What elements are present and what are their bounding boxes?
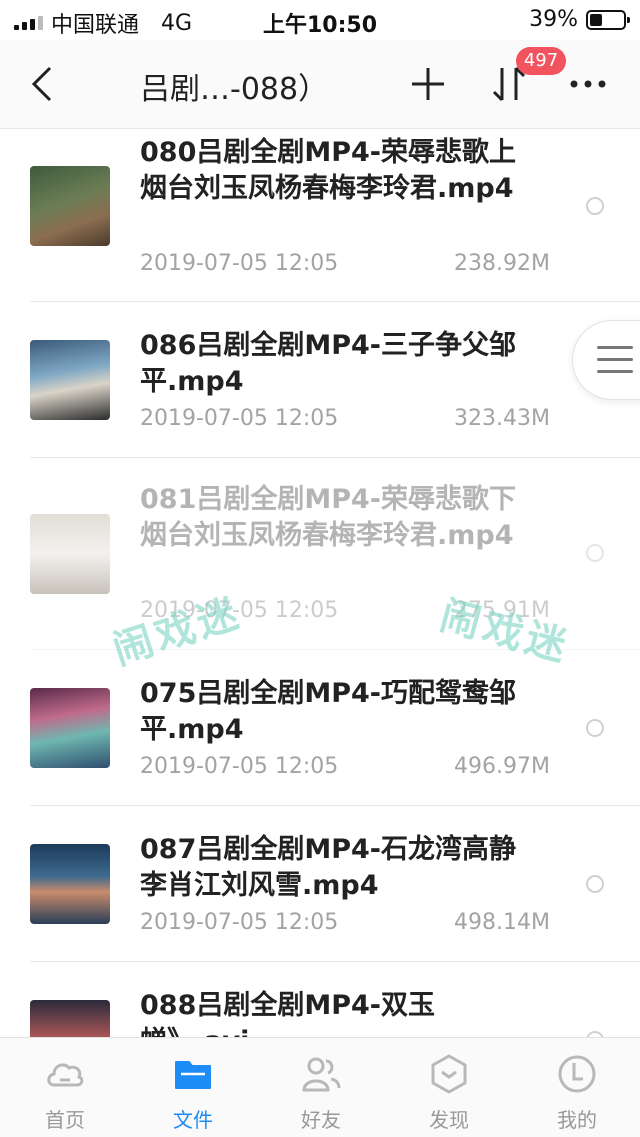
tab-discover[interactable]: 发现: [385, 1038, 513, 1137]
file-size: 323.43M: [454, 406, 550, 431]
video-thumbnail: [30, 688, 110, 768]
select-radio[interactable]: [586, 544, 604, 562]
plus-icon[interactable]: [408, 64, 448, 104]
select-radio[interactable]: [586, 197, 604, 215]
tab-label: 文件: [173, 1108, 213, 1132]
file-size: 498.14M: [454, 910, 550, 935]
more-icon[interactable]: [568, 78, 608, 90]
video-thumbnail: [30, 1000, 110, 1037]
navbar: 吕剧…-088） 497: [0, 40, 640, 129]
tab-bar: 首页 文件 好友 发现 我的: [0, 1037, 640, 1137]
video-thumbnail: [30, 514, 110, 594]
battery-percent: 39%: [529, 7, 578, 32]
file-date: 2019-07-05 12:05: [140, 251, 339, 276]
friends-icon: [302, 1057, 341, 1092]
select-radio[interactable]: [586, 719, 604, 737]
file-title: 080吕剧全剧MP4-荣辱悲歌上烟台刘玉凤杨春梅李玲君.mp4: [140, 137, 517, 204]
file-title: 075吕剧全剧MP4-巧配鸳鸯邹平.mp4: [140, 678, 517, 745]
file-row[interactable]: 088吕剧全剧MP4-双玉蝉》.avi: [0, 962, 640, 1037]
file-date: 2019-07-05 12:05: [140, 910, 339, 935]
file-row[interactable]: 087吕剧全剧MP4-石龙湾高静李肖江刘风雪.mp4 2019-07-05 12…: [0, 806, 640, 962]
file-date: 2019-07-05 12:05: [140, 754, 339, 779]
tab-label: 发现: [429, 1108, 469, 1132]
video-thumbnail: [30, 166, 110, 246]
select-radio[interactable]: [586, 875, 604, 893]
discover-icon: [431, 1054, 467, 1094]
file-title: 088吕剧全剧MP4-双玉蝉》.avi: [140, 990, 436, 1037]
file-date: 2019-07-05 12:05: [140, 406, 339, 431]
file-title: 086吕剧全剧MP4-三子争父邹平.mp4: [140, 330, 517, 397]
status-right: 39%: [529, 7, 630, 32]
tab-friends[interactable]: 好友: [257, 1038, 385, 1137]
tab-label: 首页: [45, 1108, 85, 1132]
file-list[interactable]: 080吕剧全剧MP4-荣辱悲歌上烟台刘玉凤杨春梅李玲君.mp4 2019-07-…: [0, 129, 640, 1037]
notification-badge: 497: [516, 47, 566, 75]
profile-icon: [558, 1055, 596, 1093]
tab-files[interactable]: 文件: [129, 1038, 257, 1137]
file-title: 081吕剧全剧MP4-荣辱悲歌下烟台刘玉凤杨春梅李玲君.mp4: [140, 484, 517, 551]
tab-home[interactable]: 首页: [1, 1038, 129, 1137]
file-row[interactable]: 075吕剧全剧MP4-巧配鸳鸯邹平.mp4 2019-07-05 12:05 4…: [0, 650, 640, 806]
tab-label: 我的: [557, 1108, 597, 1132]
file-size: 238.92M: [454, 251, 550, 276]
file-title: 087吕剧全剧MP4-石龙湾高静李肖江刘风雪.mp4: [140, 834, 517, 901]
tab-label: 好友: [301, 1108, 341, 1132]
status-bar: 中国联通 4G 上午10:50 39%: [0, 0, 640, 40]
video-thumbnail: [30, 340, 110, 420]
file-row[interactable]: 086吕剧全剧MP4-三子争父邹平.mp4 2019-07-05 12:05 3…: [0, 302, 640, 458]
file-row[interactable]: 080吕剧全剧MP4-荣辱悲歌上烟台刘玉凤杨春梅李玲君.mp4 2019-07-…: [0, 129, 640, 302]
tab-profile[interactable]: 我的: [513, 1038, 640, 1137]
video-thumbnail: [30, 844, 110, 924]
file-size: 496.97M: [454, 754, 550, 779]
cloud-icon: [47, 1063, 84, 1087]
folder-icon: [175, 1061, 211, 1089]
page-title: 吕剧…-088）: [140, 72, 329, 107]
back-icon[interactable]: [28, 64, 58, 104]
battery-icon: [586, 9, 630, 30]
